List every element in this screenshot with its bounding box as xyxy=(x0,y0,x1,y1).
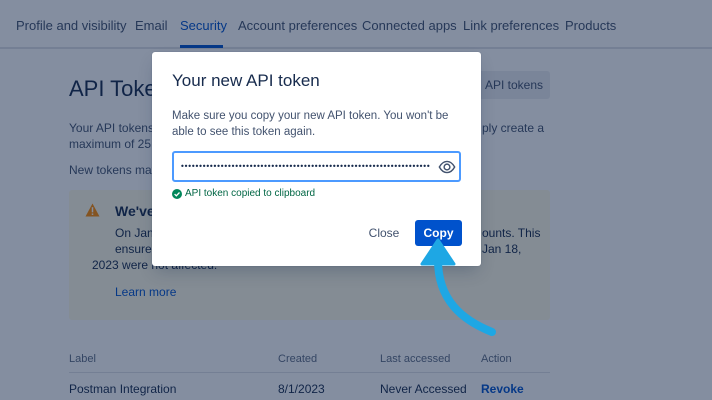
api-token-field[interactable]: ••••••••••••••••••••••••••••••••••••••••… xyxy=(172,151,461,182)
curved-arrow-icon xyxy=(420,238,496,336)
close-button[interactable]: Close xyxy=(362,221,406,245)
dialog-description: Make sure you copy your new API token. Y… xyxy=(172,110,449,122)
copied-confirmation: API token copied to clipboard xyxy=(185,188,316,199)
eye-icon[interactable] xyxy=(438,158,456,176)
dialog-title: Your new API token xyxy=(172,71,320,90)
new-api-token-dialog: Your new API token Make sure you copy yo… xyxy=(152,52,481,266)
check-circle-icon xyxy=(172,189,182,199)
dialog-description: able to see this token again. xyxy=(172,126,316,138)
api-token-value[interactable]: ••••••••••••••••••••••••••••••••••••••••… xyxy=(180,158,430,176)
